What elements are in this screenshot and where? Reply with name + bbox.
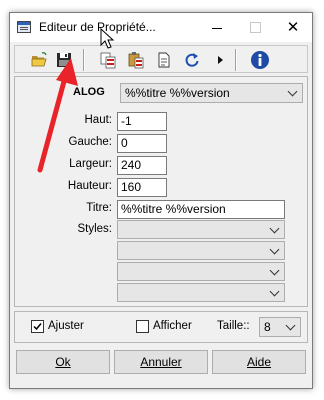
ajuster-checkbox[interactable] [31,320,44,333]
style-select-1[interactable] [117,220,285,239]
aide-button-label: Aide [246,355,272,369]
object-select[interactable]: %%titre %%version [120,83,303,103]
maximize-button[interactable] [236,13,274,42]
minimize-button[interactable] [198,13,236,42]
chevron-down-icon [269,223,280,234]
hauteur-field[interactable]: 160 [117,178,167,197]
object-select-value: %%titre %%version [125,86,230,100]
window-title: Editeur de Propriété... [39,20,156,34]
aide-button[interactable]: Aide [212,350,306,374]
gauche-field[interactable]: 0 [117,134,167,153]
afficher-label[interactable]: Afficher [153,320,192,332]
info-icon[interactable] [249,49,271,71]
paste-icon[interactable] [125,49,147,71]
ajuster-label[interactable]: Ajuster [48,320,84,332]
play-icon[interactable] [209,49,231,71]
app-icon [17,21,31,33]
chevron-down-icon [285,320,296,331]
toolbar-separator [83,49,85,71]
style-select-3[interactable] [117,262,285,281]
refresh-icon[interactable] [181,49,203,71]
styles-label: Styles: [77,223,112,235]
close-button[interactable]: ✕ [274,13,312,42]
taille-select-value: 8 [264,320,271,334]
red-arrow-annotation [37,58,78,173]
annuler-button-label: Annuler [140,355,182,369]
copy-icon[interactable] [97,49,119,71]
titre-field[interactable]: %%titre %%version [117,200,285,219]
style-select-2[interactable] [117,241,285,260]
toolbar-separator [235,49,237,71]
annuler-button[interactable]: Annuler [114,350,208,374]
style-select-4[interactable] [117,283,285,302]
ok-button[interactable]: Ok [16,350,110,374]
chevron-down-icon [269,265,280,276]
taille-select[interactable]: 8 [259,317,301,337]
largeur-field[interactable]: 240 [117,156,167,175]
taille-label: Taille:: [217,320,250,332]
titre-label: Titre: [86,202,112,214]
chevron-down-icon [269,286,280,297]
page-icon[interactable] [153,49,175,71]
afficher-checkbox[interactable] [136,320,149,333]
title-bar: Editeur de Propriété... ✕ [10,13,312,42]
options-group: Ajuster Afficher Taille:: 8 [14,311,308,343]
chevron-down-icon [269,244,280,255]
ok-button-label: Ok [55,355,71,369]
hauteur-label: Hauteur: [67,180,112,192]
checkmark-icon [33,323,42,331]
chevron-down-icon [287,86,298,97]
mouse-cursor-icon [100,28,115,49]
haut-field[interactable]: -1 [117,112,167,131]
